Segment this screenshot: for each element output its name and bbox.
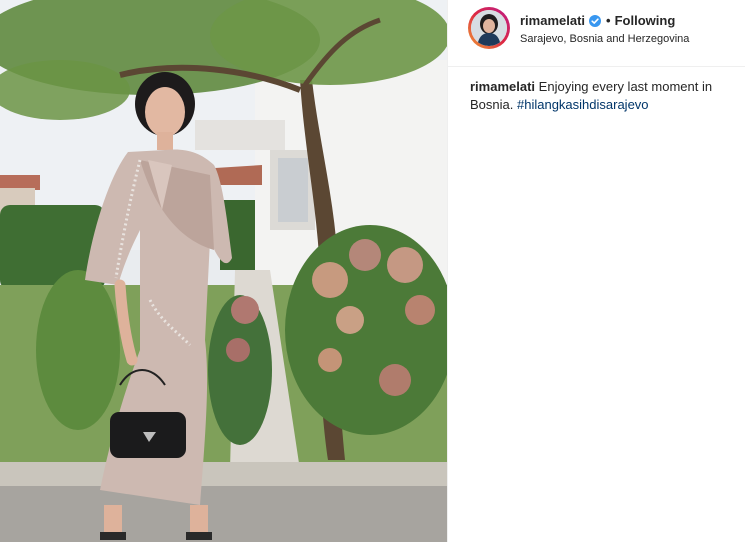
username-link[interactable]: rimamelati <box>520 13 585 28</box>
post-image <box>0 0 447 542</box>
location-link[interactable]: Sarajevo, Bosnia and Herzegovina <box>520 33 689 45</box>
following-button[interactable]: Following <box>615 13 676 28</box>
verified-badge-icon <box>589 14 602 27</box>
post-caption: rimamelati Enjoying every last moment in… <box>470 78 732 114</box>
avatar-image <box>471 10 507 46</box>
user-line: rimamelati • Following <box>520 13 675 28</box>
post-photo[interactable] <box>0 0 447 542</box>
post-header: rimamelati • Following Sarajevo, Bosnia … <box>448 0 745 67</box>
separator-dot: • <box>606 13 611 28</box>
avatar[interactable] <box>468 7 510 49</box>
hashtag-link[interactable]: #hilangkasihdisarajevo <box>517 97 649 112</box>
caption-username-link[interactable]: rimamelati <box>470 79 535 94</box>
post-sidebar: rimamelati • Following Sarajevo, Bosnia … <box>447 0 745 542</box>
